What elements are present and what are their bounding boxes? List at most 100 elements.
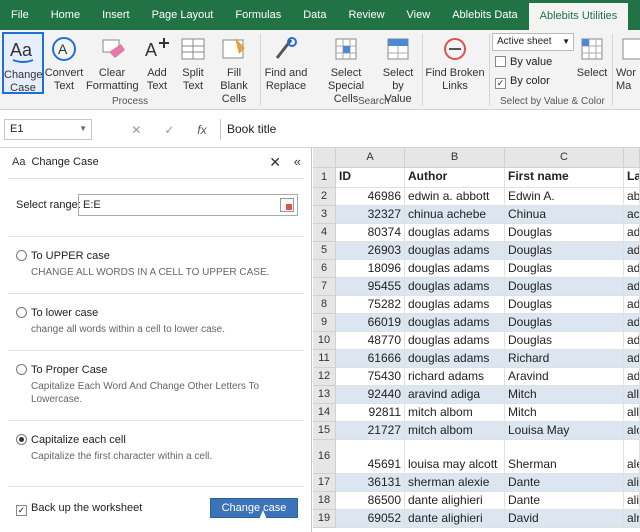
- table-cell[interactable]: 95455: [336, 278, 405, 296]
- table-cell[interactable]: douglas adams: [405, 332, 505, 350]
- table-cell[interactable]: ad: [624, 242, 640, 260]
- table-cell[interactable]: ad: [624, 260, 640, 278]
- table-cell[interactable]: 66019: [336, 314, 405, 332]
- option-proper-case[interactable]: To Proper Case: [16, 364, 107, 376]
- table-cell[interactable]: douglas adams: [405, 296, 505, 314]
- select-button[interactable]: Select: [576, 32, 608, 94]
- row-header[interactable]: 10: [313, 332, 336, 350]
- tab-data[interactable]: Data: [292, 0, 337, 30]
- select-special-cells-button[interactable]: Select Special Cells: [316, 32, 376, 105]
- by-value-checkbox[interactable]: By value: [495, 56, 552, 68]
- column-header-a[interactable]: A: [336, 148, 405, 168]
- table-cell[interactable]: Mitch: [505, 404, 624, 422]
- row-header[interactable]: 4: [313, 224, 336, 242]
- table-cell[interactable]: Aravind: [505, 368, 624, 386]
- table-cell[interactable]: ac: [624, 206, 640, 224]
- table-cell[interactable]: chinua achebe: [405, 206, 505, 224]
- table-cell[interactable]: ali: [624, 474, 640, 492]
- tab-view[interactable]: View: [396, 0, 442, 30]
- table-cell[interactable]: sherman alexie: [405, 474, 505, 492]
- enter-icon[interactable]: ✓: [164, 123, 174, 137]
- row-header[interactable]: 15: [313, 422, 336, 440]
- table-cell[interactable]: douglas adams: [405, 350, 505, 368]
- row-header[interactable]: 13: [313, 386, 336, 404]
- row-header[interactable]: 18: [313, 492, 336, 510]
- range-select-icon[interactable]: [280, 198, 294, 212]
- table-cell[interactable]: Richard: [505, 350, 624, 368]
- table-cell[interactable]: aravind adiga: [405, 386, 505, 404]
- table-cell[interactable]: alc: [624, 422, 640, 440]
- insert-function-icon[interactable]: fx: [197, 123, 206, 137]
- table-cell[interactable]: 21727: [336, 422, 405, 440]
- table-cell[interactable]: 36131: [336, 474, 405, 492]
- formula-input[interactable]: Book title: [220, 119, 640, 140]
- table-cell[interactable]: all: [624, 386, 640, 404]
- range-input[interactable]: E:E: [78, 194, 298, 216]
- header-cell[interactable]: La: [624, 168, 640, 188]
- table-cell[interactable]: Edwin A.: [505, 188, 624, 206]
- table-cell[interactable]: alr: [624, 510, 640, 528]
- row-header[interactable]: 5: [313, 242, 336, 260]
- table-cell[interactable]: Douglas: [505, 260, 624, 278]
- row-header[interactable]: 12: [313, 368, 336, 386]
- table-cell[interactable]: 26903: [336, 242, 405, 260]
- table-cell[interactable]: ad: [624, 278, 640, 296]
- table-cell[interactable]: ali: [624, 492, 640, 510]
- table-cell[interactable]: ad: [624, 350, 640, 368]
- scope-dropdown[interactable]: Active sheet ▼: [492, 33, 574, 51]
- table-cell[interactable]: 75282: [336, 296, 405, 314]
- table-cell[interactable]: 75430: [336, 368, 405, 386]
- table-cell[interactable]: ad: [624, 296, 640, 314]
- checkbox-checked-icon[interactable]: ✓: [16, 505, 27, 516]
- table-cell[interactable]: Chinua: [505, 206, 624, 224]
- close-icon[interactable]: ✕: [269, 154, 281, 171]
- tab-file[interactable]: File: [0, 0, 40, 30]
- checkbox-unchecked[interactable]: [495, 56, 506, 67]
- table-cell[interactable]: Dante: [505, 492, 624, 510]
- row-header[interactable]: 17: [313, 474, 336, 492]
- table-cell[interactable]: Louisa May: [505, 422, 624, 440]
- table-cell[interactable]: 45691: [336, 440, 405, 474]
- table-cell[interactable]: edwin a. abbott: [405, 188, 505, 206]
- table-cell[interactable]: 61666: [336, 350, 405, 368]
- row-header[interactable]: 2: [313, 188, 336, 206]
- tab-page-layout[interactable]: Page Layout: [141, 0, 225, 30]
- tab-review[interactable]: Review: [337, 0, 395, 30]
- table-cell[interactable]: 48770: [336, 332, 405, 350]
- option-upper-case[interactable]: To UPPER case: [16, 250, 110, 262]
- table-cell[interactable]: douglas adams: [405, 260, 505, 278]
- tab-ablebits-utilities[interactable]: Ablebits Utilities: [528, 3, 629, 30]
- table-cell[interactable]: louisa may alcott: [405, 440, 505, 474]
- spreadsheet-grid[interactable]: A B C 1 ID Author First name La 2 46986 edwin a…: [313, 148, 640, 532]
- table-cell[interactable]: Sherman: [505, 440, 624, 474]
- table-cell[interactable]: David: [505, 510, 624, 528]
- table-cell[interactable]: Douglas: [505, 314, 624, 332]
- table-cell[interactable]: 32327: [336, 206, 405, 224]
- table-cell[interactable]: 86500: [336, 492, 405, 510]
- header-cell[interactable]: Author: [405, 168, 505, 188]
- option-lower-case[interactable]: To lower case: [16, 307, 98, 319]
- split-text-button[interactable]: Split Text: [176, 32, 210, 94]
- table-cell[interactable]: 18096: [336, 260, 405, 278]
- find-replace-button[interactable]: Find and Replace: [263, 32, 309, 94]
- row-header[interactable]: 6: [313, 260, 336, 278]
- header-cell[interactable]: First name: [505, 168, 624, 188]
- table-cell[interactable]: ab: [624, 188, 640, 206]
- radio-button[interactable]: [16, 250, 27, 261]
- radio-button[interactable]: [16, 364, 27, 375]
- change-case-button[interactable]: Aa Change Case: [2, 32, 44, 94]
- option-capitalize-each-cell[interactable]: Capitalize each cell: [16, 434, 126, 446]
- table-cell[interactable]: douglas adams: [405, 242, 505, 260]
- table-cell[interactable]: Douglas: [505, 296, 624, 314]
- radio-button-selected[interactable]: [16, 434, 27, 445]
- table-cell[interactable]: mitch albom: [405, 404, 505, 422]
- checkbox-checked-icon[interactable]: ✓: [495, 78, 506, 89]
- table-cell[interactable]: 46986: [336, 188, 405, 206]
- tab-ablebits-data[interactable]: Ablebits Data: [441, 0, 528, 30]
- cancel-icon[interactable]: ✕: [131, 123, 141, 137]
- header-cell[interactable]: ID: [336, 168, 405, 188]
- table-cell[interactable]: all: [624, 404, 640, 422]
- change-case-button-action[interactable]: Change case: [210, 498, 298, 518]
- table-cell[interactable]: Douglas: [505, 278, 624, 296]
- collapse-pane-icon[interactable]: «: [294, 154, 301, 169]
